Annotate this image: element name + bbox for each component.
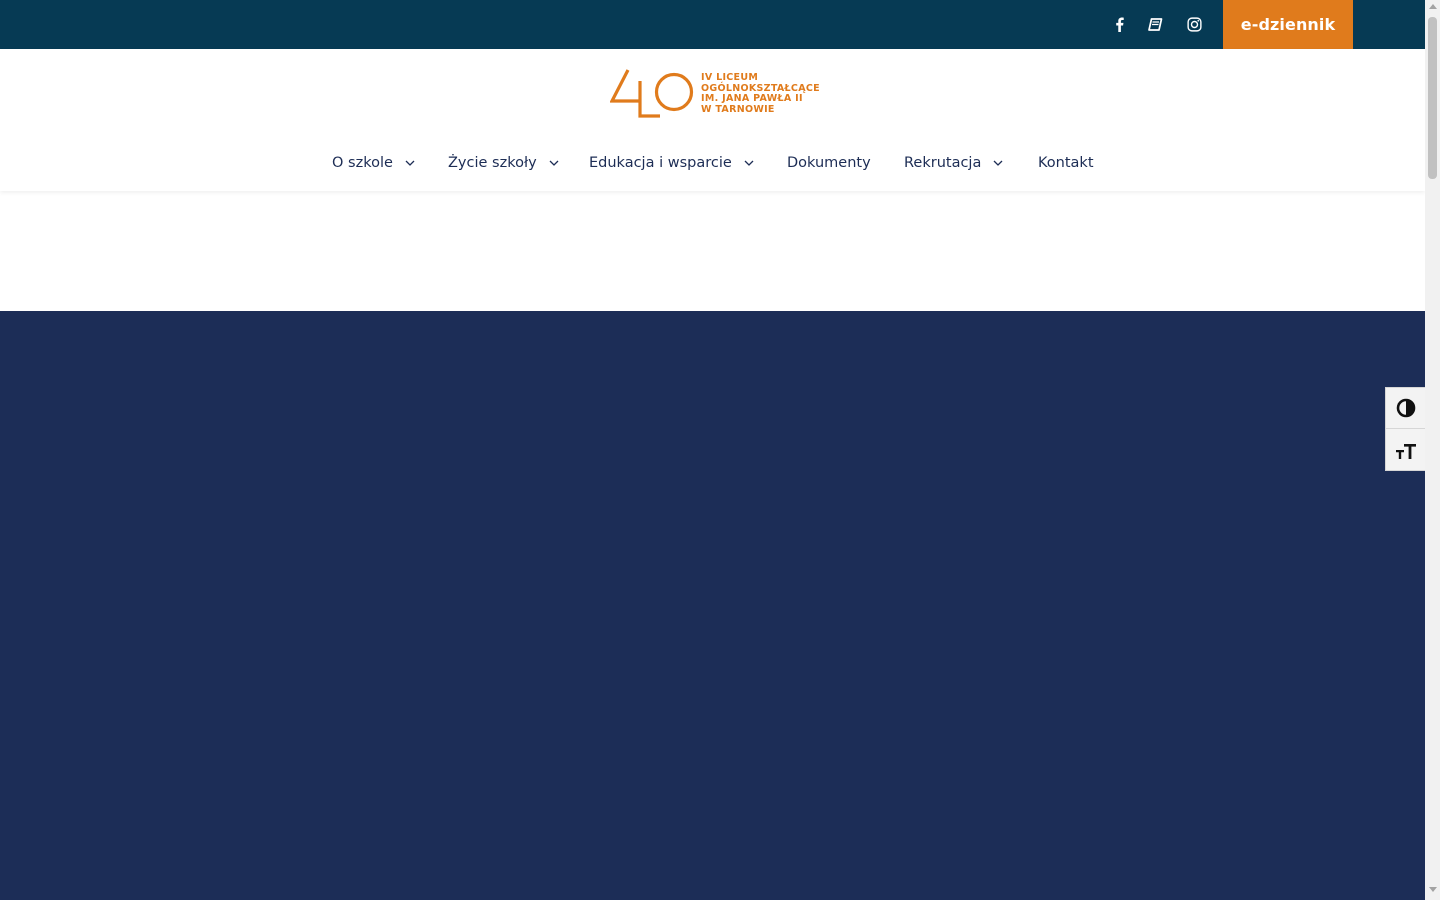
hero-section [0,311,1425,900]
scroll-down-arrow-icon[interactable] [1429,887,1437,892]
logo-line-4: W TARNOWIE [701,103,775,115]
main-navigation: O szkole Życie szkoły Edukacja i wsparci… [0,145,1425,181]
page-scrollbar[interactable] [1425,0,1440,900]
nav-item-rekrutacja[interactable]: Rekrutacja [904,145,1003,181]
nav-item-label: Edukacja i wsparcie [589,155,732,171]
toggle-font-size-button[interactable] [1386,430,1425,471]
logo-line-3: IM. JANA PAWŁA II [701,93,803,104]
nav-item-label: Rekrutacja [904,155,982,171]
nav-item-o-szkole[interactable]: O szkole [332,145,415,181]
logo-line-1: IV LICEUM [701,72,759,83]
scrollbar-thumb[interactable] [1428,17,1437,179]
font-size-icon [1395,443,1416,459]
logo-mark [610,69,694,118]
page: e-dziennik IV LICEUM OGÓLNOKSZTAŁCĄCE IM… [0,0,1440,900]
top-bar: e-dziennik [0,0,1425,49]
toggle-contrast-button[interactable] [1386,388,1425,429]
school-logo[interactable]: IV LICEUM OGÓLNOKSZTAŁCĄCE IM. JANA PAWŁ… [610,68,820,120]
chevron-down-icon [549,160,559,166]
book-icon [1147,17,1162,31]
nav-item-dokumenty[interactable]: Dokumenty [787,145,871,181]
chevron-down-icon [405,160,415,166]
accessibility-toolbar [1385,387,1425,471]
scroll-up-arrow-icon[interactable] [1429,4,1437,9]
nav-item-label: Kontakt [1038,155,1094,171]
facebook-icon [1115,17,1124,32]
library-link[interactable] [1143,0,1167,49]
contrast-icon [1396,398,1415,418]
nav-item-label: O szkole [332,155,393,171]
instagram-link[interactable] [1182,0,1206,49]
site-header: IV LICEUM OGÓLNOKSZTAŁCĄCE IM. JANA PAWŁ… [0,49,1425,191]
nav-item-label: Dokumenty [787,155,871,171]
nav-item-label: Życie szkoły [448,155,537,171]
instagram-icon [1186,17,1202,32]
chevron-down-icon [744,160,754,166]
nav-item-zycie-szkoly[interactable]: Życie szkoły [448,145,559,181]
nav-item-edukacja-i-wsparcie[interactable]: Edukacja i wsparcie [589,145,754,181]
nav-item-kontakt[interactable]: Kontakt [1038,145,1094,181]
facebook-link[interactable] [1107,0,1131,49]
logo-text: IV LICEUM OGÓLNOKSZTAŁCĄCE IM. JANA PAWŁ… [701,72,820,115]
chevron-down-icon [993,160,1003,166]
e-dziennik-button[interactable]: e-dziennik [1223,0,1353,49]
